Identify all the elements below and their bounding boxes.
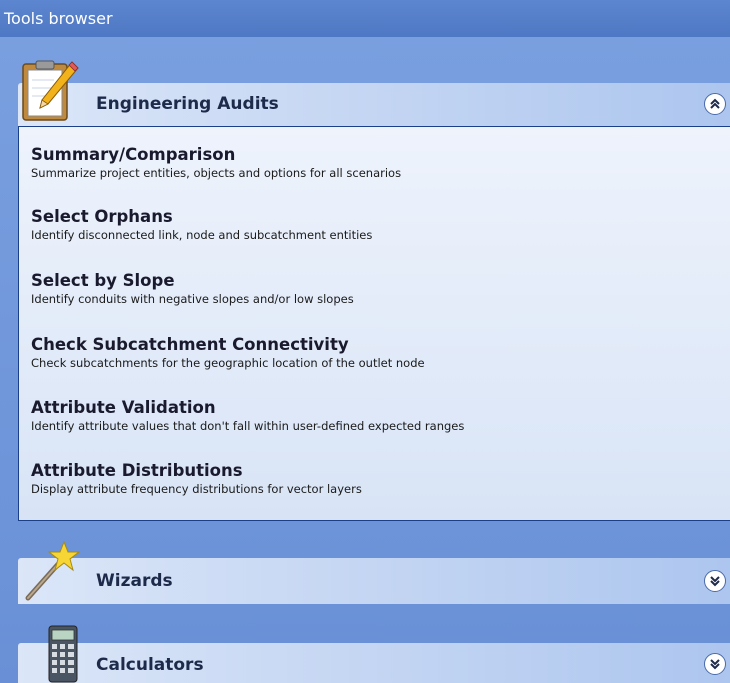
tools-browser-window: Tools browser Engineering Audits Summary… bbox=[0, 0, 730, 683]
tool-summary-comparison[interactable]: Summary/Comparison Summarize project ent… bbox=[31, 145, 401, 181]
tool-description: Summarize project entities, objects and … bbox=[31, 166, 402, 180]
chevron-double-down-icon bbox=[710, 659, 720, 670]
expand-toggle-button[interactable] bbox=[704, 653, 726, 675]
tool-description: Display attribute frequency distribution… bbox=[31, 482, 362, 496]
tool-attribute-validation[interactable]: Attribute Validation Identify attribute … bbox=[31, 398, 464, 434]
magic-wand-icon bbox=[22, 540, 82, 602]
panel-title: Calculators bbox=[96, 655, 204, 675]
tool-check-subcatchment-connectivity[interactable]: Check Subcatchment Connectivity Check su… bbox=[31, 335, 425, 371]
tool-description: Identify attribute values that don't fal… bbox=[31, 419, 465, 433]
tool-title[interactable]: Summary/Comparison bbox=[31, 145, 401, 165]
clipboard-pencil-icon bbox=[20, 58, 82, 124]
tool-attribute-distributions[interactable]: Attribute Distributions Display attribut… bbox=[31, 461, 362, 497]
tool-title[interactable]: Check Subcatchment Connectivity bbox=[31, 335, 425, 355]
panel-header-wizards[interactable]: Wizards bbox=[18, 558, 730, 604]
tool-title[interactable]: Attribute Validation bbox=[31, 398, 464, 418]
panel-header-calculators[interactable]: Calculators bbox=[18, 643, 730, 683]
chevron-double-up-icon bbox=[710, 98, 720, 109]
tool-title[interactable]: Select by Slope bbox=[31, 271, 354, 291]
window-title: Tools browser bbox=[0, 0, 730, 37]
tool-select-orphans[interactable]: Select Orphans Identify disconnected lin… bbox=[31, 207, 372, 243]
tool-description: Identify disconnected link, node and sub… bbox=[31, 228, 373, 242]
panel-title: Wizards bbox=[96, 571, 173, 591]
tool-description: Check subcatchments for the geographic l… bbox=[31, 356, 425, 370]
panel-header-engineering-audits[interactable]: Engineering Audits bbox=[18, 83, 730, 126]
tool-title[interactable]: Attribute Distributions bbox=[31, 461, 362, 481]
tool-select-by-slope[interactable]: Select by Slope Identify conduits with n… bbox=[31, 271, 354, 307]
panel-title: Engineering Audits bbox=[96, 94, 279, 114]
calculator-icon bbox=[48, 625, 78, 683]
tool-title[interactable]: Select Orphans bbox=[31, 207, 372, 227]
collapse-toggle-button[interactable] bbox=[704, 93, 726, 115]
tool-description: Identify conduits with negative slopes a… bbox=[31, 292, 354, 306]
chevron-double-down-icon bbox=[710, 576, 720, 587]
expand-toggle-button[interactable] bbox=[704, 570, 726, 592]
engineering-audits-panel-body: Summary/Comparison Summarize project ent… bbox=[18, 126, 730, 521]
